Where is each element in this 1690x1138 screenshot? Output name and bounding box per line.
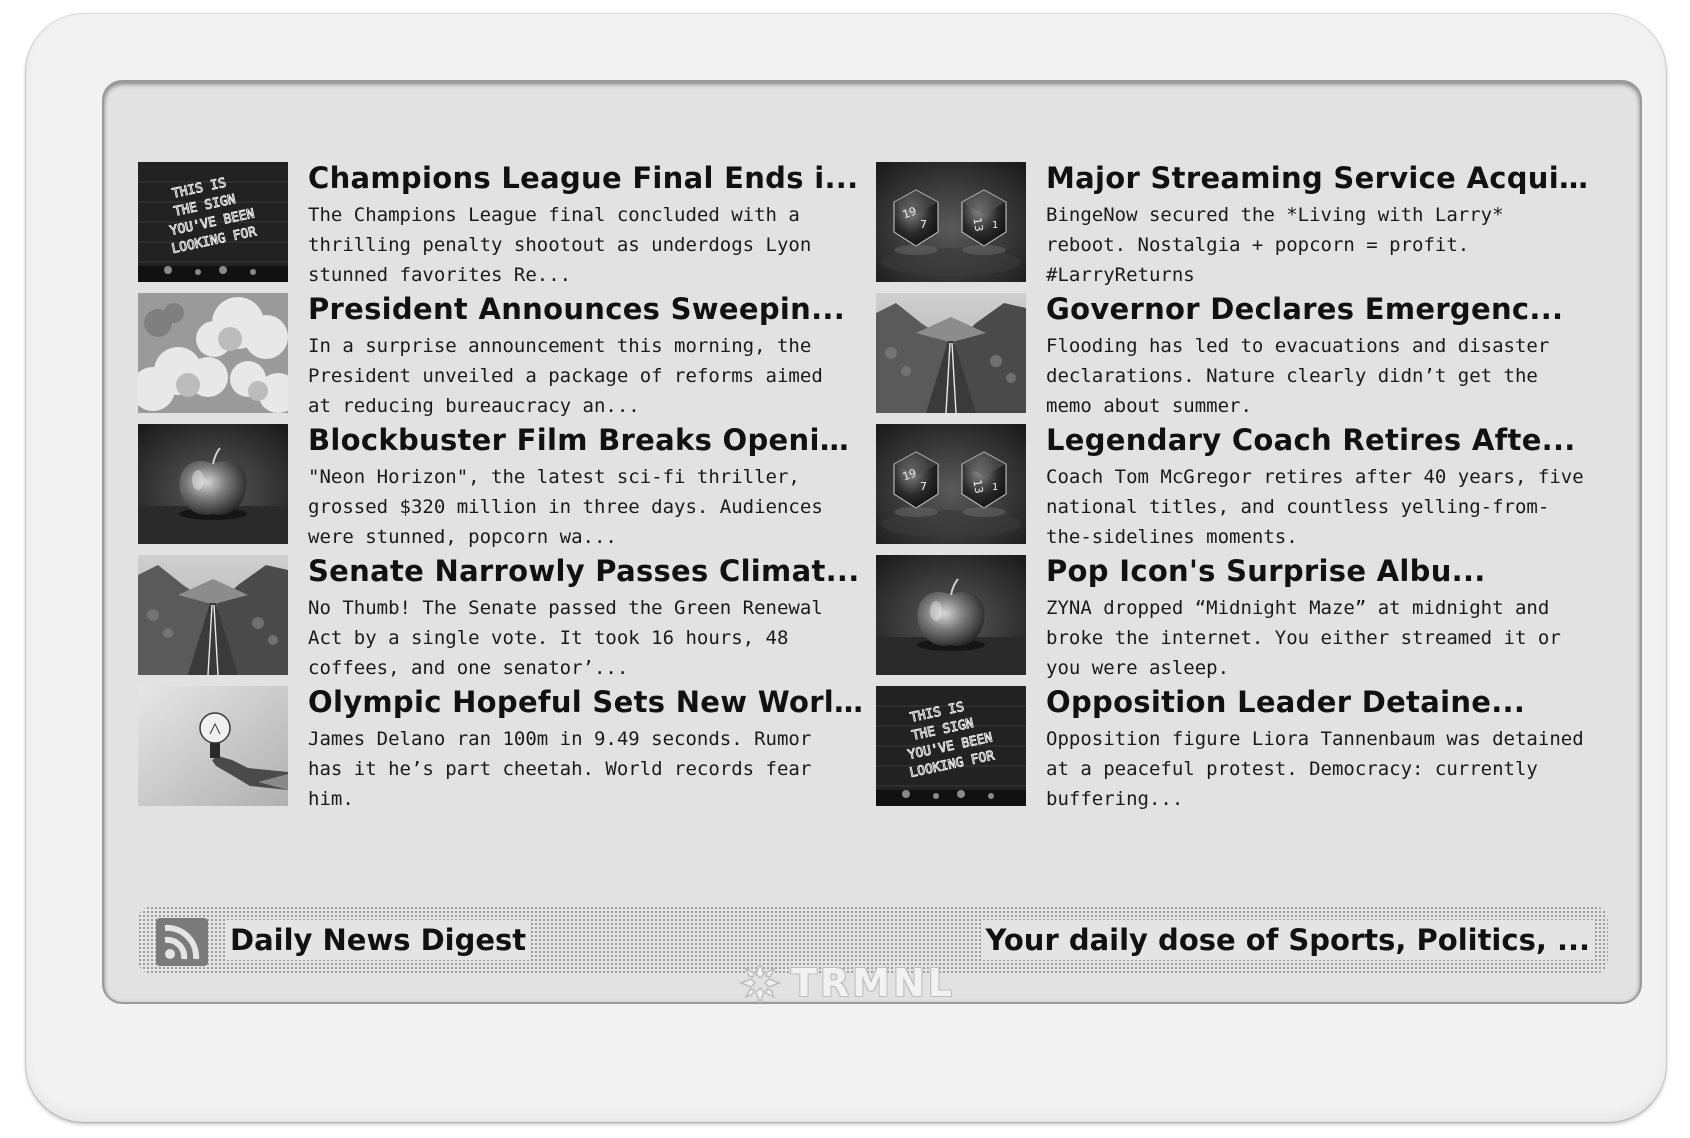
svg-text:7: 7 bbox=[920, 218, 927, 231]
news-thumbnail-clouds bbox=[138, 293, 288, 413]
e-ink-screen: THIS IS THE SIGN YOU'VE BEEN LOOKING FOR… bbox=[104, 82, 1640, 1002]
news-description: No Thumb! The Senate passed the Green Re… bbox=[308, 597, 823, 679]
news-thumbnail-road bbox=[876, 293, 1026, 413]
news-title: Opposition Leader Detaine... bbox=[1046, 685, 1526, 719]
trmnl-logo-icon bbox=[738, 961, 782, 1005]
news-item: Blockbuster Film Breaks Openin... "Neon H… bbox=[138, 423, 868, 548]
news-item: Senate Narrowly Passes Climat... No Thumb… bbox=[138, 554, 868, 679]
trmnl-device: THIS IS THE SIGN YOU'VE BEEN LOOKING FOR… bbox=[26, 14, 1666, 1122]
brand-name: TRMNL bbox=[790, 961, 955, 1005]
news-title: Pop Icon's Surprise Albu... bbox=[1046, 554, 1486, 588]
news-thumbnail-road bbox=[138, 555, 288, 675]
news-item: THIS IS THE SIGN YOU'VE BEEN LOOKING FOR… bbox=[876, 685, 1606, 810]
news-thumbnail-neon-sign: THIS IS THE SIGN YOU'VE BEEN LOOKING FOR bbox=[876, 686, 1026, 806]
news-title: Senate Narrowly Passes Climat... bbox=[308, 554, 860, 588]
news-description: In a surprise announcement this morning,… bbox=[308, 335, 823, 417]
svg-text:7: 7 bbox=[920, 480, 927, 493]
news-title: Major Streaming Service Acquire... bbox=[1046, 161, 1602, 195]
svg-text:1: 1 bbox=[992, 482, 998, 493]
news-thumbnail-apple bbox=[138, 424, 288, 544]
news-thumbnail-apple bbox=[876, 555, 1026, 675]
news-thumbnail-lightbulb bbox=[138, 686, 288, 806]
news-description: BingeNow secured the *Living with Larry*… bbox=[1046, 204, 1504, 286]
news-description: Coach Tom McGregor retires after 40 year… bbox=[1046, 466, 1584, 548]
news-description: ZYNA dropped “Midnight Maze” at midnight… bbox=[1046, 597, 1561, 679]
news-title: Legendary Coach Retires Afte... bbox=[1046, 423, 1576, 457]
news-title: Champions League Final Ends i... bbox=[308, 161, 859, 195]
news-description: "Neon Horizon", the latest sci-fi thrill… bbox=[308, 466, 823, 548]
news-thumbnail-dice: 19 7 13 1 bbox=[876, 424, 1026, 544]
svg-text:13: 13 bbox=[970, 217, 985, 233]
news-title: Governor Declares Emergenc... bbox=[1046, 292, 1564, 326]
svg-text:1: 1 bbox=[992, 220, 998, 231]
news-item: Pop Icon's Surprise Albu... ZYNA dropped … bbox=[876, 554, 1606, 679]
news-item: President Announces Sweepin... In a surpr… bbox=[138, 292, 868, 417]
news-title: Olympic Hopeful Sets New Worl... bbox=[308, 685, 864, 719]
news-description: The Champions League final concluded wit… bbox=[308, 204, 812, 286]
news-title: Blockbuster Film Breaks Openin... bbox=[308, 423, 864, 457]
plugin-instance: Your daily dose of Sports, Politics, ... bbox=[981, 920, 1594, 960]
news-item: 19 7 13 1 Legendary Coach Retires Afte..… bbox=[876, 423, 1606, 548]
news-item: 19 7 13 1 Major Streaming Service Acquir… bbox=[876, 161, 1606, 286]
news-description: James Delano ran 100m in 9.49 seconds. R… bbox=[308, 728, 812, 810]
news-title: President Announces Sweepin... bbox=[308, 292, 846, 326]
news-item: Governor Declares Emergenc... Flooding ha… bbox=[876, 292, 1606, 417]
news-thumbnail-dice: 19 7 13 1 bbox=[876, 162, 1026, 282]
brand-logo: TRMNL bbox=[26, 958, 1666, 1008]
plugin-title: Daily News Digest bbox=[226, 920, 531, 960]
news-description: Flooding has led to evacuations and disa… bbox=[1046, 335, 1550, 417]
news-item: THIS IS THE SIGN YOU'VE BEEN LOOKING FOR… bbox=[138, 161, 868, 286]
news-description: Opposition figure Liora Tannenbaum was d… bbox=[1046, 728, 1584, 810]
news-item: Olympic Hopeful Sets New Worl... James De… bbox=[138, 685, 868, 810]
news-thumbnail-neon-sign: THIS IS THE SIGN YOU'VE BEEN LOOKING FOR bbox=[138, 162, 288, 282]
svg-text:13: 13 bbox=[970, 479, 985, 495]
